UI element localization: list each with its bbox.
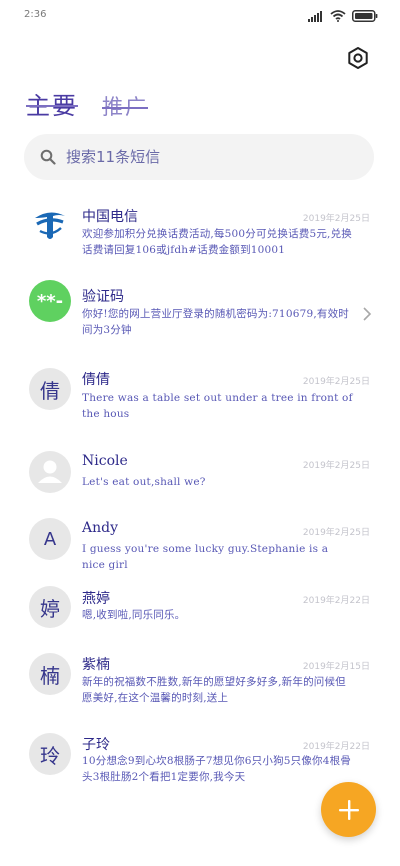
plus-icon [338,799,359,820]
person-icon [38,460,62,483]
list-item[interactable]: 楠 紫楠 2019年2月15日 新年的祝福数不胜数,新年的愿望好多好多,新年的问… [0,652,400,719]
message-date: 2019年2月15日 [302,662,370,672]
sender-name: 紫楠 [82,657,110,673]
avatar-text: 倩 [40,378,60,403]
list-item[interactable]: A Andy 2019年2月25日 I guess you're some lu… [0,516,400,583]
search-bar[interactable] [24,134,374,180]
wifi-icon [330,10,346,22]
list-item[interactable]: 婷 燕婷 2019年2月22日 嗯,收到啦,同乐同乐。 [0,582,400,649]
message-preview: Let's eat out,shall we? [82,476,206,488]
settings-gear-icon[interactable] [346,46,370,70]
message-date: 2019年2月25日 [302,377,370,387]
avatar: 婷 [29,586,71,628]
sender-name: 倩倩 [82,372,110,388]
avatar-text: 玲 [40,743,60,768]
message-preview: 嗯,收到啦,同乐同乐。 [82,609,186,621]
sender-name: 燕婷 [82,591,110,607]
message-preview: I guess you're some lucky guy.Stephanie … [82,543,329,571]
avatar-verification-code: **- [29,280,71,322]
avatar: 倩 [29,368,71,410]
battery-icon [352,10,378,22]
message-date: 2019年2月25日 [302,461,370,471]
list-item[interactable]: Nicole 2019年2月25日 Let's eat out,shall we… [0,449,400,516]
message-date: 2019年2月22日 [302,596,370,606]
list-item[interactable]: 中国电信 2019年2月25日 欢迎参加积分兑换话费活动,每500分可兑换话费5… [0,196,400,263]
avatar-default [29,451,71,493]
sender-name: 中国电信 [82,209,138,225]
avatar-china-telecom [29,204,71,246]
list-item[interactable]: **- 验证码 你好!您的网上营业厅登录的随机密码为:710679,有效时间为3… [0,280,400,347]
message-preview: 欢迎参加积分兑换话费活动,每500分可兑换话费5元,兑换话费请回复106或jfd… [82,228,352,256]
avatar: 玲 [29,733,71,775]
avatar: 楠 [29,653,71,695]
message-date: 2019年2月22日 [302,742,370,752]
message-preview: There was a table set out under a tree i… [82,392,353,420]
tab-primary[interactable]: 主要 [26,86,78,121]
china-telecom-logo-icon [35,212,65,239]
search-icon [40,149,56,165]
compose-button[interactable] [321,782,376,837]
chevron-right-icon[interactable] [362,306,372,322]
sender-name: 验证码 [82,289,124,305]
avatar-text: A [43,528,57,550]
message-date: 2019年2月25日 [302,214,370,224]
status-time: 2:36 [24,9,47,20]
list-item[interactable]: 倩 倩倩 2019年2月25日 There was a table set ou… [0,366,400,433]
message-date: 2019年2月25日 [302,528,370,538]
tab-promotions[interactable]: 推广 [102,91,148,121]
search-input[interactable] [66,148,346,166]
avatar-text: 楠 [40,663,60,688]
sender-name: 子玲 [82,737,110,753]
title-tabs: 主要 推广 [26,86,148,121]
message-preview: 新年的祝福数不胜数,新年的愿望好多好多,新年的问候但愿美好,在这个温馨的时刻,送… [82,676,346,704]
sender-name: Andy [82,520,118,536]
sender-name: Nicole [82,453,128,469]
message-preview: 你好!您的网上营业厅登录的随机密码为:710679,有效时间为3分钟 [82,308,349,336]
avatar-text: 婷 [40,596,60,621]
avatar-text: **- [36,290,64,312]
avatar: A [29,518,71,560]
message-preview: 10分想念9到心坎8根肠子7想见你6只小狗5只像你4根骨头3根肚肠2个看把1定要… [82,755,352,783]
status-bar: 2:36 [0,0,400,34]
signal-icon [308,10,322,22]
status-icons [308,10,378,22]
